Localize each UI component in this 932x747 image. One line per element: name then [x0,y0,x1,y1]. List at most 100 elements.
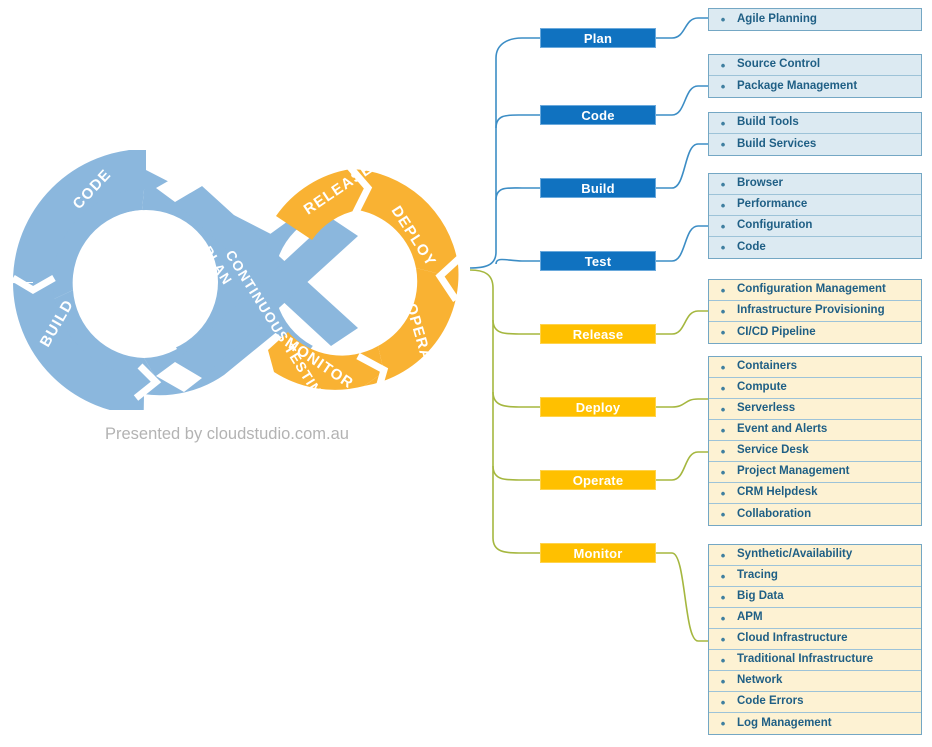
tool-row-label: Configuration [737,219,813,232]
tool-row-label: Big Data [737,590,784,603]
stage-label-monitor: Monitor [573,545,623,561]
tool-row[interactable]: • Package Management [709,76,921,97]
bullet-icon: • [720,547,726,563]
tool-row-label: Project Management [737,465,850,478]
tool-row[interactable]: • Configuration [709,216,921,237]
stage-chip-test[interactable]: Test [540,251,656,271]
tool-row-label: Synthetic/Availability [737,548,853,561]
tool-row-label: Code Errors [737,695,804,708]
tool-row[interactable]: • Big Data [709,587,921,608]
tool-row-label: Network [737,674,783,687]
bullet-icon: • [720,673,726,689]
tool-row[interactable]: • Project Management [709,462,921,483]
tool-row-label: Compute [737,381,787,394]
bullet-icon: • [720,57,726,73]
bullet-icon: • [720,652,726,668]
stage-chip-operate[interactable]: Operate [540,470,656,490]
bullet-icon: • [720,568,726,584]
stage-label-test: Test [584,253,612,269]
tool-row-label: APM [737,611,763,624]
bullet-icon: • [720,137,726,152]
tool-row-label: Traditional Infrastructure [737,653,874,666]
stage-chip-release[interactable]: Release [540,324,656,344]
stage-label-build: Build [581,180,615,196]
tool-row[interactable]: • Serverless [709,399,921,420]
tool-row-label: Cloud Infrastructure [737,632,848,645]
tool-row[interactable]: • Cloud Infrastructure [709,629,921,650]
tool-row[interactable]: • Collaboration [709,504,921,525]
bullet-icon: • [720,79,726,94]
tool-row-label: Event and Alerts [737,423,828,436]
tool-row-label: Configuration Management [737,283,886,296]
tool-row[interactable]: • Event and Alerts [709,420,921,441]
tool-row[interactable]: • Code [709,237,921,258]
stage-chip-build[interactable]: Build [540,178,656,198]
tool-row[interactable]: • CRM Helpdesk [709,483,921,504]
bullet-icon: • [720,443,726,459]
bullet-icon: • [720,380,726,396]
tool-row-label: Browser [737,177,784,190]
tool-row[interactable]: • Browser [709,174,921,195]
tool-row-label: Containers [737,360,798,373]
bullet-icon: • [720,631,726,647]
tool-row[interactable]: • APM [709,608,921,629]
tool-row[interactable]: • Traditional Infrastructure [709,650,921,671]
bullet-icon: • [720,240,726,255]
tool-row[interactable]: • Source Control [709,55,921,76]
tool-row-label: Log Management [737,716,832,729]
tool-row[interactable]: • Tracing [709,566,921,587]
bullet-icon: • [720,218,726,234]
dev-wires [469,17,708,269]
tool-row-label: Code [737,240,766,253]
stage-chip-deploy[interactable]: Deploy [540,397,656,417]
stage-label-code: Code [581,107,615,123]
tool-group-build: • Build Tools • Build Services [708,112,922,156]
tool-row-label: Build Services [737,137,817,150]
tool-row[interactable]: • Network [709,671,921,692]
bullet-icon: • [720,589,726,605]
tool-row[interactable]: • Synthetic/Availability [709,545,921,566]
bullet-icon: • [720,282,726,298]
tool-group-monitor: • Synthetic/Availability • Tracing • Big Data… [708,544,922,735]
stage-chip-monitor[interactable]: Monitor [540,543,656,563]
bullet-icon: • [720,12,726,27]
tool-row[interactable]: • Performance [709,195,921,216]
bullet-icon: • [720,507,726,522]
tool-row-label: Build Tools [737,116,799,129]
tool-group-test: • Browser • Performance • Configuration • Code [708,173,922,259]
tool-row[interactable]: • Code Errors [709,692,921,713]
tool-row[interactable]: • Containers [709,357,921,378]
stage-chip-code[interactable]: Code [540,105,656,125]
tool-group-deploy-operate: • Containers • Compute • Serverless • Event and… [708,356,922,526]
tool-row-label: Collaboration [737,507,812,520]
tool-row[interactable]: • Compute [709,378,921,399]
bullet-icon: • [720,694,726,710]
tool-group-release: • Configuration Management • Infrastructure… [708,279,922,344]
tool-row[interactable]: • Build Services [709,134,921,155]
tool-row[interactable]: • Build Tools [709,113,921,134]
tool-row[interactable]: • Configuration Management [709,280,921,301]
infinity-loop-graphic: CODE BUILD PLAN CONTINUOUS TESTING RELEA… [6,150,486,410]
tool-row-label: Service Desk [737,444,809,457]
tool-row-label: Infrastructure Provisioning [737,304,885,317]
tool-row[interactable]: • Agile Planning [709,9,921,30]
credit-text: Presented by cloudstudio.com.au [105,425,349,443]
tool-row[interactable]: • Infrastructure Provisioning [709,301,921,322]
tool-row[interactable]: • CI/CD Pipeline [709,322,921,343]
stage-label-plan: Plan [583,30,613,46]
stage-label-operate: Operate [572,472,624,488]
bullet-icon: • [720,325,726,340]
tool-row[interactable]: • Log Management [709,713,921,734]
bullet-icon: • [720,176,726,192]
infinity-loop-svg: CODE BUILD PLAN CONTINUOUS TESTING RELEA… [11,150,467,410]
stage-chip-plan[interactable]: Plan [540,28,656,48]
bullet-icon: • [720,422,726,438]
tool-row-label: Package Management [737,79,858,92]
tool-group-code: • Source Control • Package Management [708,54,922,98]
tool-group-plan: • Agile Planning [708,8,922,31]
bullet-icon: • [720,485,726,501]
devops-lifecycle-diagram: CODE BUILD PLAN CONTINUOUS TESTING RELEA… [0,0,932,747]
bullet-icon: • [720,716,726,731]
tool-row[interactable]: • Service Desk [709,441,921,462]
tool-row-label: CI/CD Pipeline [737,325,816,338]
